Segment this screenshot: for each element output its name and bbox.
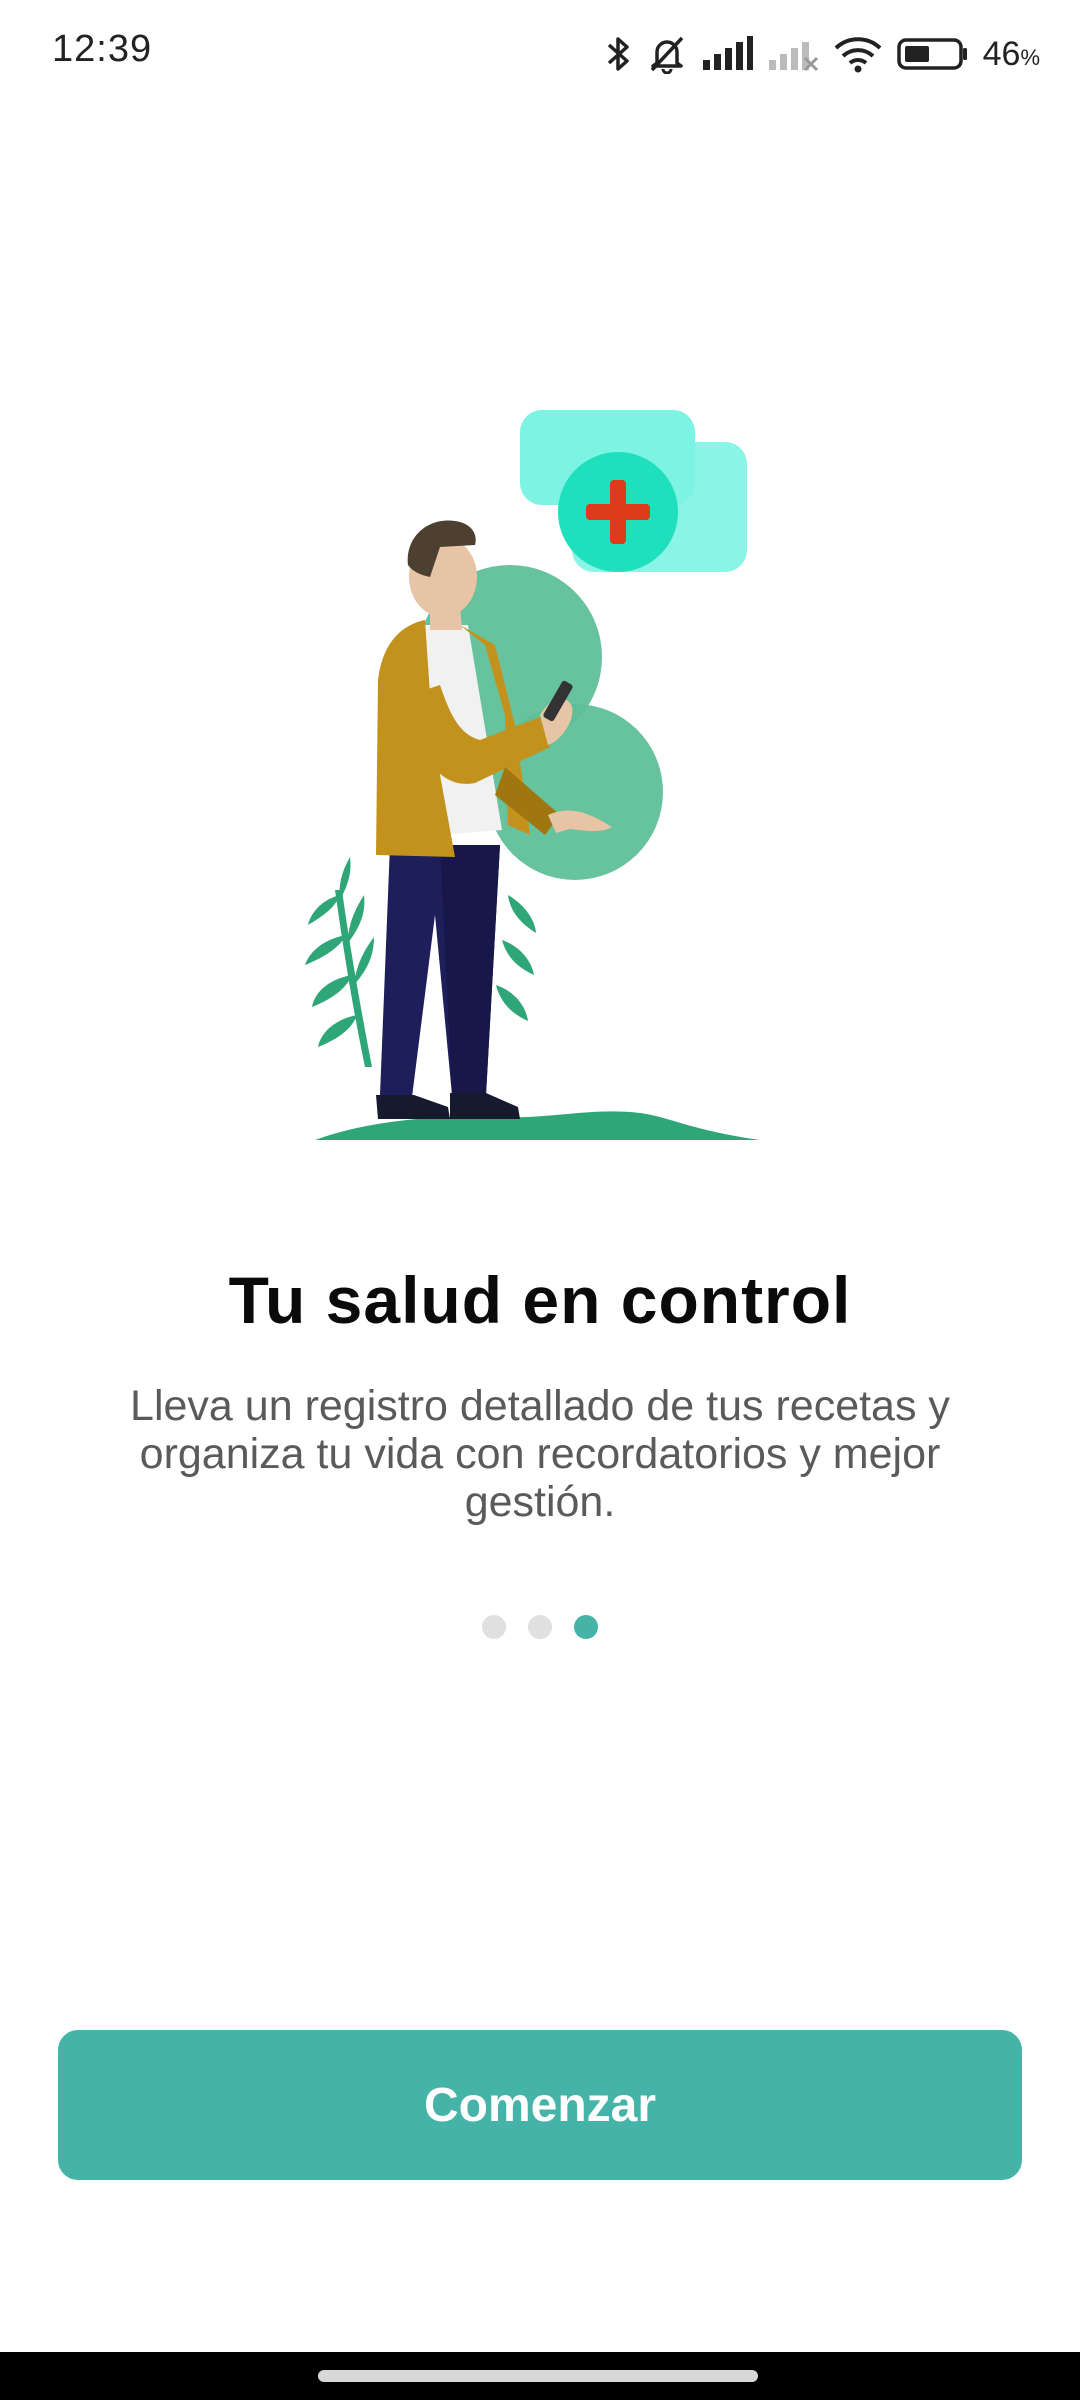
onboarding-illustration bbox=[290, 395, 770, 1155]
medical-plus-icon bbox=[520, 410, 747, 572]
status-bar: 12:39 46% bbox=[0, 0, 1080, 110]
battery-icon bbox=[896, 34, 969, 74]
page-indicator bbox=[0, 1615, 1080, 1639]
battery-percent-value: 46 bbox=[982, 34, 1021, 73]
page-dot-1[interactable] bbox=[482, 1615, 506, 1639]
signal-icon bbox=[701, 34, 753, 74]
home-indicator[interactable] bbox=[318, 2370, 758, 2382]
status-time: 12:39 bbox=[52, 28, 153, 70]
onboarding-description: Lleva un registro detallado de tus recet… bbox=[130, 1382, 950, 1526]
page-dot-2[interactable] bbox=[528, 1615, 552, 1639]
bluetooth-icon bbox=[605, 34, 633, 74]
start-button[interactable]: Comenzar bbox=[58, 2030, 1022, 2180]
battery-percent-unit: % bbox=[1020, 44, 1040, 70]
wifi-icon bbox=[833, 34, 883, 74]
onboarding-title: Tu salud en control bbox=[228, 1263, 852, 1337]
bell-off-icon bbox=[647, 34, 687, 74]
navigation-bar bbox=[0, 2352, 1080, 2400]
status-icons: 46% bbox=[605, 26, 1040, 82]
battery-percent: 46% bbox=[983, 35, 1040, 74]
signal-off-icon bbox=[767, 34, 819, 74]
page-dot-3-active[interactable] bbox=[574, 1615, 598, 1639]
